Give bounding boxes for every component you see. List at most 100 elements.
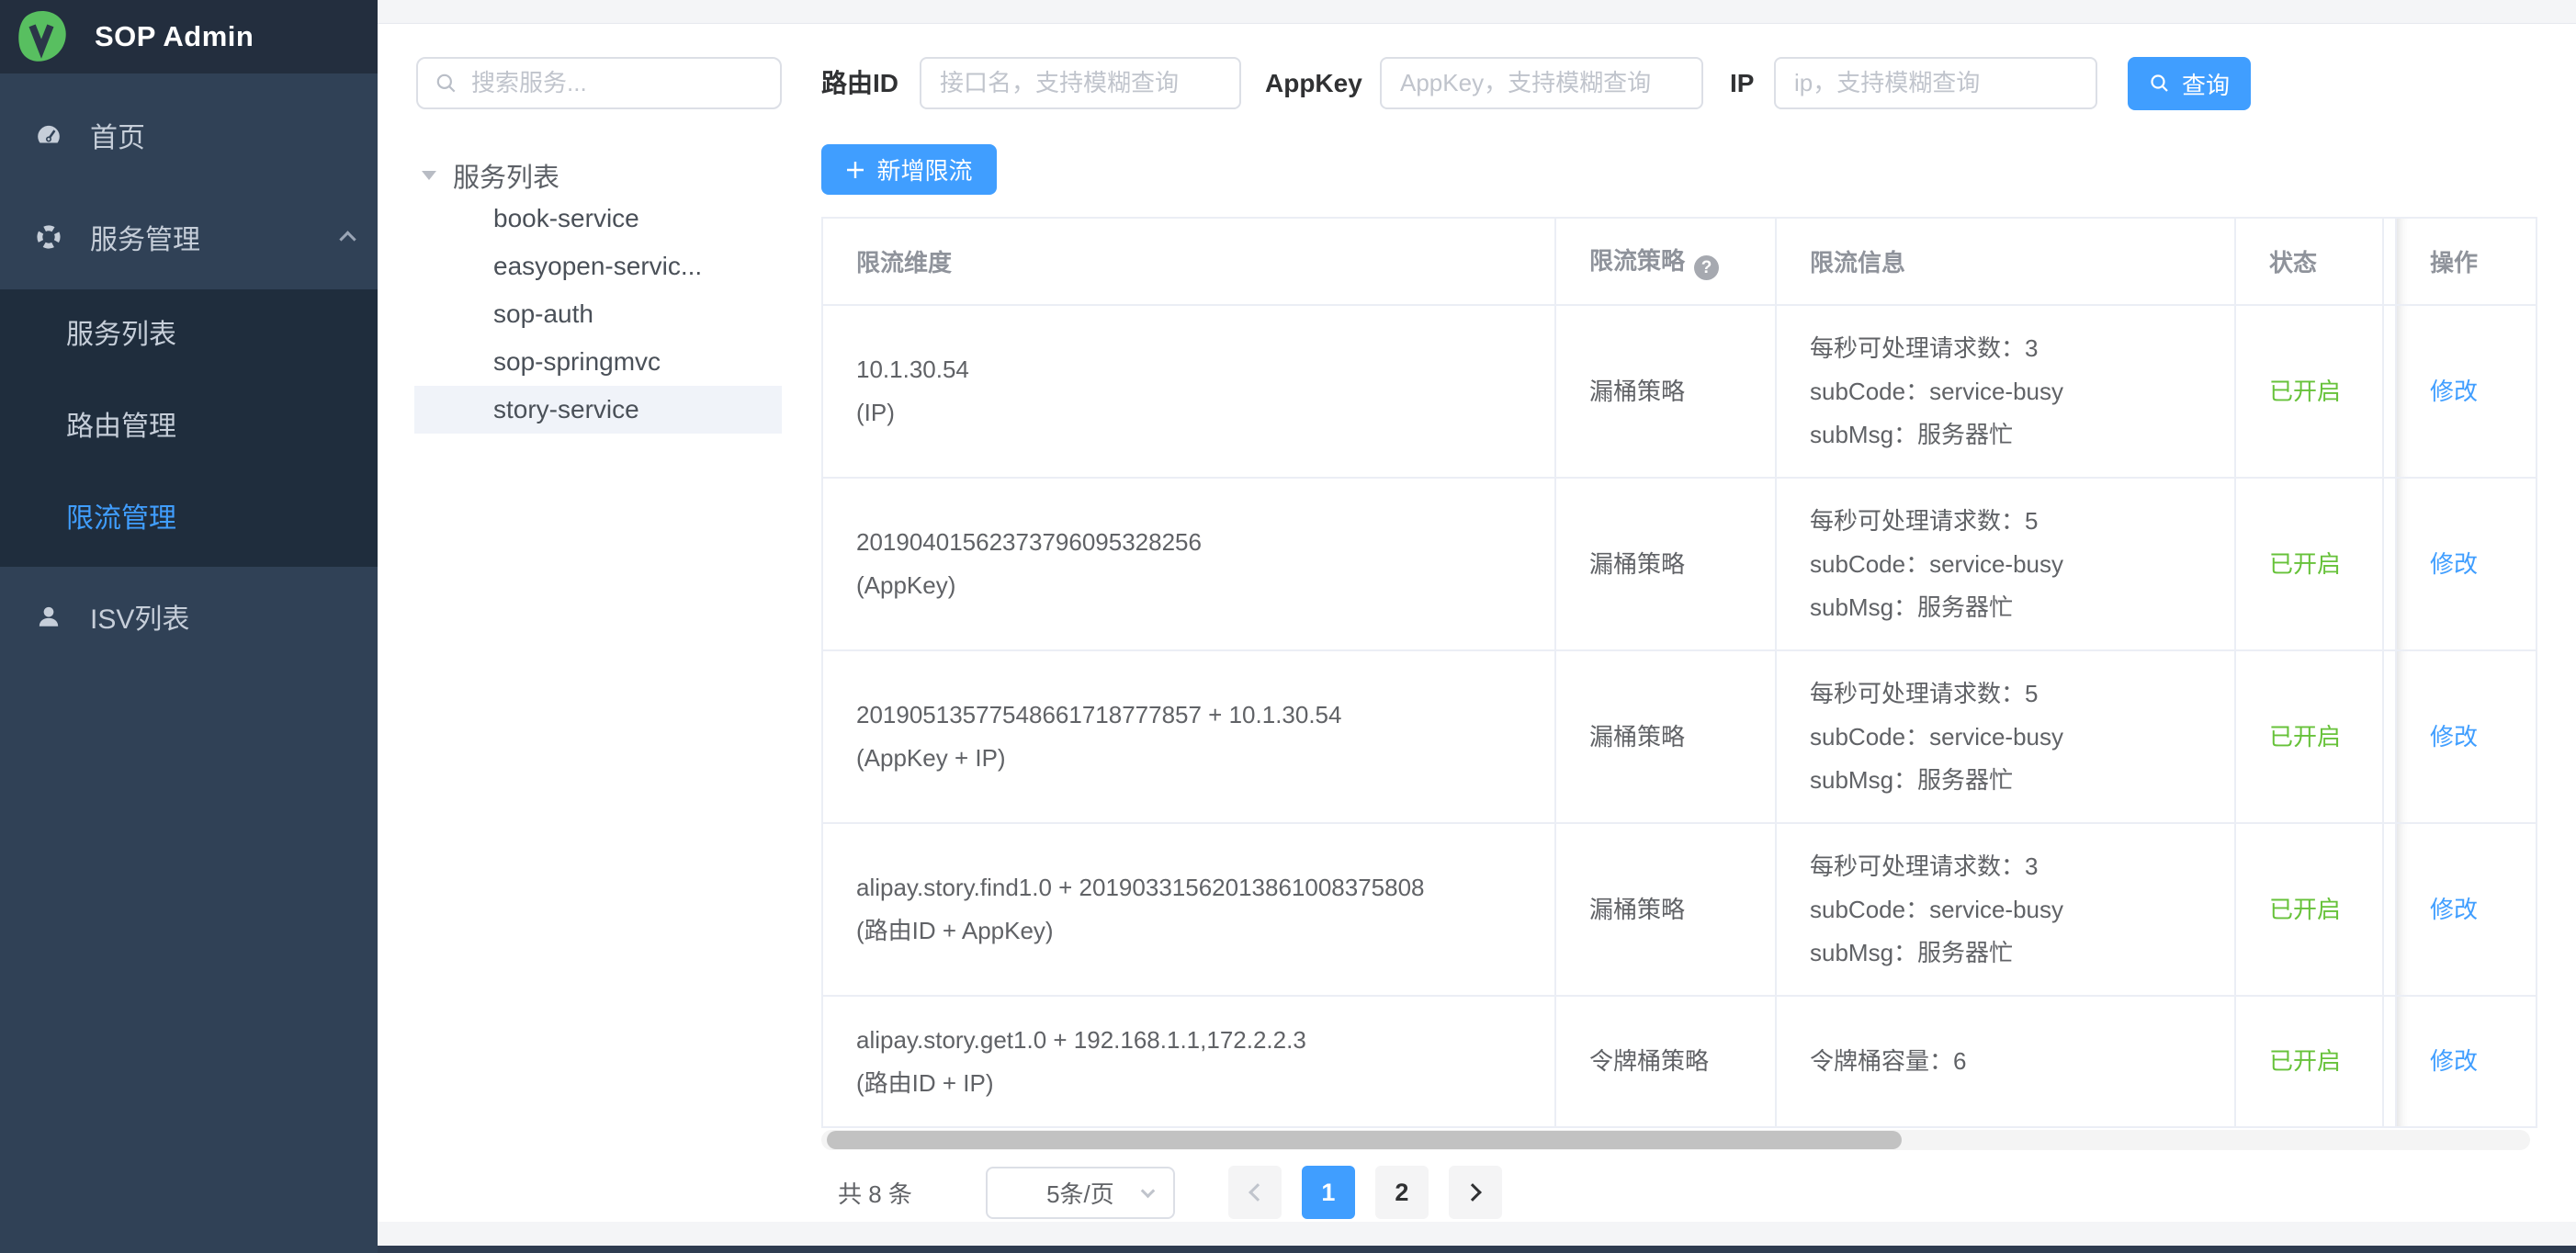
prev-page-button[interactable] — [1228, 1166, 1282, 1219]
appkey-field-wrap — [1380, 57, 1703, 109]
sidebar-item-limit-mgmt[interactable]: 限流管理 — [0, 473, 378, 565]
fixed-column-gap — [2383, 650, 2396, 823]
cell-status: 已开启 — [2235, 823, 2383, 996]
ip-input[interactable] — [1776, 59, 2096, 107]
help-icon[interactable]: ? — [1694, 255, 1719, 280]
sidebar-item-label: 首页 — [90, 115, 145, 155]
sidebar-item-home[interactable]: 首页 — [0, 98, 378, 172]
page-size-value: 5条/页 — [1046, 1176, 1114, 1210]
tree-node-story-service[interactable]: story-service — [414, 386, 782, 434]
ip-label: IP — [1730, 57, 1754, 109]
cell-dimension: 20190513577548661718777857 + 10.1.30.54(… — [822, 650, 1555, 823]
cell-action: 修改 — [2396, 996, 2536, 1127]
status-badge: 已开启 — [2269, 378, 2341, 405]
fixed-column-gap — [2383, 996, 2396, 1127]
top-bar — [378, 0, 2576, 24]
main-content: 服务列表 book-service easyopen-servic... sop… — [378, 0, 2576, 1253]
status-badge: 已开启 — [2269, 1047, 2341, 1075]
service-search-box — [416, 57, 782, 109]
tree-node-sop-springmvc[interactable]: sop-springmvc — [414, 338, 782, 386]
cell-action: 修改 — [2396, 305, 2536, 478]
edit-link[interactable]: 修改 — [2430, 896, 2478, 923]
cell-dimension: alipay.story.find1.0 + 20190331562013861… — [822, 823, 1555, 996]
tree-node-book-service[interactable]: book-service — [414, 195, 782, 243]
pagination: 共 8 条 5条/页 1 2 — [821, 1165, 1502, 1220]
cell-dimension: 10.1.30.54(IP) — [822, 305, 1555, 478]
pagination-total: 共 8 条 — [838, 1176, 912, 1210]
sidebar-item-service-mgmt[interactable]: 服务管理 — [0, 200, 378, 274]
sidebar-item-route-mgmt[interactable]: 路由管理 — [0, 381, 378, 473]
cell-status: 已开启 — [2235, 996, 2383, 1127]
cell-status: 已开启 — [2235, 305, 2383, 478]
tree-node-sop-auth[interactable]: sop-auth — [414, 290, 782, 338]
col-header-status: 状态 — [2235, 218, 2383, 305]
component-icon — [35, 223, 62, 251]
page-button-2[interactable]: 2 — [1375, 1166, 1429, 1219]
chevron-right-icon — [1463, 1183, 1482, 1202]
cell-strategy: 漏桶策略 — [1555, 305, 1776, 478]
cell-strategy: 漏桶策略 — [1555, 478, 1776, 650]
edit-link[interactable]: 修改 — [2430, 378, 2478, 405]
appkey-input[interactable] — [1382, 59, 1701, 107]
tree-root-label: 服务列表 — [453, 156, 559, 195]
status-badge: 已开启 — [2269, 550, 2341, 578]
page-size-select[interactable]: 5条/页 — [986, 1167, 1175, 1219]
query-button[interactable]: 查询 — [2128, 57, 2251, 110]
limit-table: 限流维度 限流策略? 限流信息 状态 操作 10.1.30.54(IP) 漏桶策… — [821, 217, 2537, 1128]
col-header-action: 操作 — [2396, 218, 2536, 305]
scrollbar-thumb[interactable] — [827, 1131, 1902, 1149]
sidebar-submenu: 服务列表 路由管理 限流管理 — [0, 289, 378, 567]
cell-info: 每秒可处理请求数：5subCode：service-busysubMsg：服务器… — [1776, 650, 2235, 823]
sidebar-item-service-list[interactable]: 服务列表 — [0, 289, 378, 381]
app-logo-icon — [11, 6, 72, 67]
cell-info: 每秒可处理请求数：3subCode：service-busysubMsg：服务器… — [1776, 823, 2235, 996]
cell-action: 修改 — [2396, 823, 2536, 996]
bottom-edge-bar — [378, 1246, 2576, 1253]
table-row: 10.1.30.54(IP) 漏桶策略 每秒可处理请求数：3subCode：se… — [822, 305, 2536, 478]
fixed-column-gap — [2383, 823, 2396, 996]
edit-link[interactable]: 修改 — [2430, 723, 2478, 751]
service-search-input[interactable] — [471, 69, 747, 97]
cell-info: 每秒可处理请求数：5subCode：service-busysubMsg：服务器… — [1776, 478, 2235, 650]
cell-strategy: 令牌桶策略 — [1555, 996, 1776, 1127]
add-limit-button-label: 新增限流 — [876, 152, 972, 186]
chevron-up-icon — [339, 231, 356, 247]
tree-node-easyopen-service[interactable]: easyopen-servic... — [414, 243, 782, 290]
table-horizontal-scrollbar[interactable] — [821, 1130, 2530, 1150]
next-page-button[interactable] — [1449, 1166, 1502, 1219]
cell-strategy: 漏桶策略 — [1555, 650, 1776, 823]
chevron-down-icon — [1141, 1183, 1156, 1198]
plus-icon — [845, 160, 865, 180]
cell-action: 修改 — [2396, 478, 2536, 650]
col-header-dimension: 限流维度 — [822, 218, 1555, 305]
edit-link[interactable]: 修改 — [2430, 1047, 2478, 1075]
cell-status: 已开启 — [2235, 650, 2383, 823]
table-row: 20190513577548661718777857 + 10.1.30.54(… — [822, 650, 2536, 823]
sidebar-item-label: ISV列表 — [90, 596, 189, 637]
query-button-label: 查询 — [2182, 67, 2230, 101]
page-button-1[interactable]: 1 — [1302, 1166, 1355, 1219]
table-row: 20190401562373796095328256(AppKey) 漏桶策略 … — [822, 478, 2536, 650]
fixed-column-gap — [2383, 478, 2396, 650]
cell-action: 修改 — [2396, 650, 2536, 823]
sidebar-item-isv-list[interactable]: ISV列表 — [0, 580, 378, 653]
search-icon — [435, 72, 458, 96]
route-id-input[interactable] — [921, 59, 1239, 107]
add-limit-button[interactable]: 新增限流 — [821, 144, 997, 195]
tree-node-root[interactable]: 服务列表 — [422, 152, 559, 199]
cell-strategy: 漏桶策略 — [1555, 823, 1776, 996]
table-header-row: 限流维度 限流策略? 限流信息 状态 操作 — [822, 218, 2536, 305]
appkey-label: AppKey — [1265, 57, 1362, 109]
sidebar: SOP Admin 首页 服务管理 服务列表 路由管理 限流管理 — [0, 0, 378, 1253]
user-icon — [35, 603, 62, 630]
chevron-left-icon — [1248, 1183, 1267, 1202]
cell-status: 已开启 — [2235, 478, 2383, 650]
cell-info: 令牌桶容量：6 — [1776, 996, 2235, 1127]
fixed-column-gap — [2383, 305, 2396, 478]
edit-link[interactable]: 修改 — [2430, 550, 2478, 578]
col-header-strategy: 限流策略? — [1555, 218, 1776, 305]
ip-field-wrap — [1774, 57, 2097, 109]
table-row: alipay.story.find1.0 + 20190331562013861… — [822, 823, 2536, 996]
status-badge: 已开启 — [2269, 723, 2341, 751]
sidebar-item-label: 服务管理 — [90, 217, 200, 257]
